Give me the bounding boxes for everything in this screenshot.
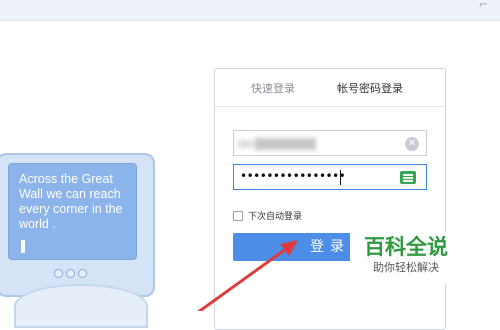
watermark-title: 百科全说 bbox=[364, 235, 448, 259]
watermark-subtitle: 助你轻松解决 bbox=[373, 261, 439, 274]
watermark-logo: 百科全说 助你轻松解决 bbox=[350, 232, 462, 284]
